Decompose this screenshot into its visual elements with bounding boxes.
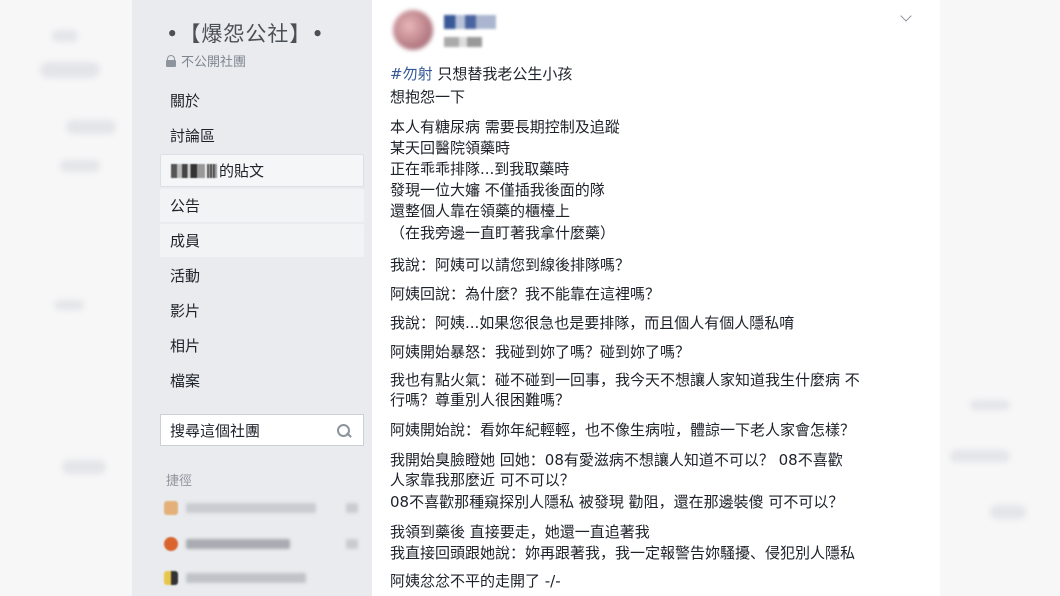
- post-text-line: 阿姨開始暴怒：我碰到妳了嗎？碰到妳了嗎？: [390, 343, 691, 361]
- hashtag-link[interactable]: #勿射: [390, 65, 433, 83]
- nav-item-label: 活動: [170, 267, 201, 285]
- blurred-shortcut-count: [346, 539, 358, 549]
- blurred-shape: [62, 460, 106, 474]
- nav-item-label: 討論區: [170, 127, 216, 145]
- post-text-line: 我直接回頭跟她說：妳再跟著我，我一定報警告妳騷擾、侵犯別人隱私: [390, 544, 856, 562]
- group-title[interactable]: •【爆怨公社】•: [166, 18, 325, 48]
- blurred-shortcut-text: [186, 539, 290, 549]
- blurred-username: [171, 163, 205, 178]
- privacy-label: 不公開社團: [166, 51, 246, 70]
- shortcuts-heading: 捷徑: [166, 474, 193, 489]
- post-card: #勿射 只想替我老公生小孩 想抱怨一下 本人有糖尿病 需要長期控制及追蹤 某天回…: [378, 0, 940, 596]
- nav-item-photos[interactable]: 相片: [160, 329, 364, 362]
- blurred-shape: [54, 300, 84, 310]
- group-search-input[interactable]: 搜尋這個社團: [160, 414, 364, 446]
- nav-item-label: 檔案: [170, 372, 201, 390]
- post-text-line: 本人有糖尿病 需要長期控制及追蹤: [390, 118, 620, 136]
- post-text-line: 正在乖乖排隊...到我取藥時: [390, 160, 570, 178]
- post-text-line: （在我旁邊一直盯著我拿什麼藥）: [390, 224, 616, 242]
- chevron-down-icon[interactable]: [900, 11, 914, 25]
- nav-item-announcements[interactable]: 公告: [160, 189, 364, 222]
- privacy-text: 不公開社團: [181, 55, 247, 70]
- shortcut-icon: [164, 571, 178, 585]
- nav-item-label: 相片: [170, 337, 201, 355]
- nav-item-label: 影片: [170, 302, 201, 320]
- post-text-line: 我開始臭臉瞪她 回她：08有愛滋病不想讓人知道不可以？ 08不喜歡: [390, 451, 843, 469]
- post-text-line: 阿姨開始說：看妳年紀輕輕，也不像生病啦，體諒一下老人家會怎樣？: [390, 421, 856, 439]
- blurred-shape: [60, 160, 100, 172]
- blurred-shape: [40, 62, 100, 78]
- post-text-line: 某天回醫院領藥時: [390, 139, 511, 157]
- blurred-author-name[interactable]: [444, 15, 496, 29]
- post-text-line: 阿姨回說：為什麼？我不能靠在這裡嗎？: [390, 285, 661, 303]
- nav-item-events[interactable]: 活動: [160, 259, 364, 292]
- blurred-shape: [970, 400, 1010, 410]
- shortcut-item[interactable]: [164, 500, 360, 516]
- nav-item-files[interactable]: 檔案: [160, 364, 364, 397]
- blurred-shape: [990, 505, 1026, 519]
- shortcut-icon: [164, 501, 178, 515]
- post-text-line: 我也有點火氣：碰不碰到一回事，我今天不想讓人家知道我生什麼病 不: [390, 371, 860, 389]
- search-placeholder: 搜尋這個社團: [170, 421, 261, 440]
- group-nav: 關於 討論區 的貼文 公告 成員 活動 影片 相片 檔案: [160, 84, 364, 399]
- avatar[interactable]: [393, 10, 433, 50]
- blurred-shape: [950, 450, 1010, 462]
- group-sidebar: •【爆怨公社】• 不公開社團 關於 討論區 的貼文 公告 成員 活動 影片 相片…: [132, 0, 372, 596]
- post-text-line: 想抱怨一下: [390, 88, 466, 106]
- post-text-line: 還整個人靠在領藥的櫃檯上: [390, 202, 571, 220]
- blurred-timestamp[interactable]: [444, 37, 482, 47]
- post-text-line: 阿姨忿忿不平的走開了 -/-: [390, 572, 561, 590]
- shortcut-item[interactable]: [164, 536, 360, 552]
- post-text-line: 我領到藥後 直接要走，她還一直追著我: [390, 523, 650, 541]
- post-text-line: 我說：阿姨...如果您很急也是要排隊，而且個人有個人隱私唷: [390, 314, 795, 332]
- background-right: [940, 0, 1060, 596]
- shortcut-icon: [164, 537, 178, 551]
- nav-item-my-posts[interactable]: 的貼文: [160, 154, 364, 187]
- post-text-line: 08不喜歡那種窺探別人隱私 被發現 勸阻，還在那邊裝傻 可不可以？: [390, 493, 844, 511]
- nav-item-discussion[interactable]: 討論區: [160, 119, 364, 152]
- nav-item-about[interactable]: 關於: [160, 84, 364, 117]
- post-text-line: 發現一位大嬸 不僅插我後面的隊: [390, 181, 605, 199]
- nav-item-label: 關於: [170, 92, 201, 110]
- blurred-shortcut-text: [186, 503, 316, 513]
- post-title-line: #勿射 只想替我老公生小孩: [390, 64, 572, 84]
- search-icon[interactable]: [337, 424, 351, 438]
- blurred-shape: [66, 120, 116, 134]
- nav-item-label: 公告: [170, 197, 201, 215]
- background-left: [0, 0, 132, 596]
- lock-icon: [166, 54, 176, 67]
- post-text-line: 行嗎？尊重別人很困難嗎？: [390, 391, 571, 409]
- blurred-shortcut-text: [186, 573, 306, 583]
- blurred-username: [207, 163, 217, 178]
- nav-item-label: 的貼文: [219, 162, 265, 180]
- blurred-shortcut-count: [346, 503, 358, 513]
- post-text-line: 我說：阿姨可以請您到線後排隊嗎？: [390, 256, 631, 274]
- blurred-shape: [52, 30, 78, 42]
- shortcut-item[interactable]: [164, 570, 360, 586]
- nav-item-members[interactable]: 成員: [160, 224, 364, 257]
- nav-item-label: 成員: [170, 232, 201, 250]
- post-title-text: 只想替我老公生小孩: [432, 65, 573, 83]
- post-text-line: 人家靠我那麼近 可不可以？: [390, 471, 575, 489]
- nav-item-videos[interactable]: 影片: [160, 294, 364, 327]
